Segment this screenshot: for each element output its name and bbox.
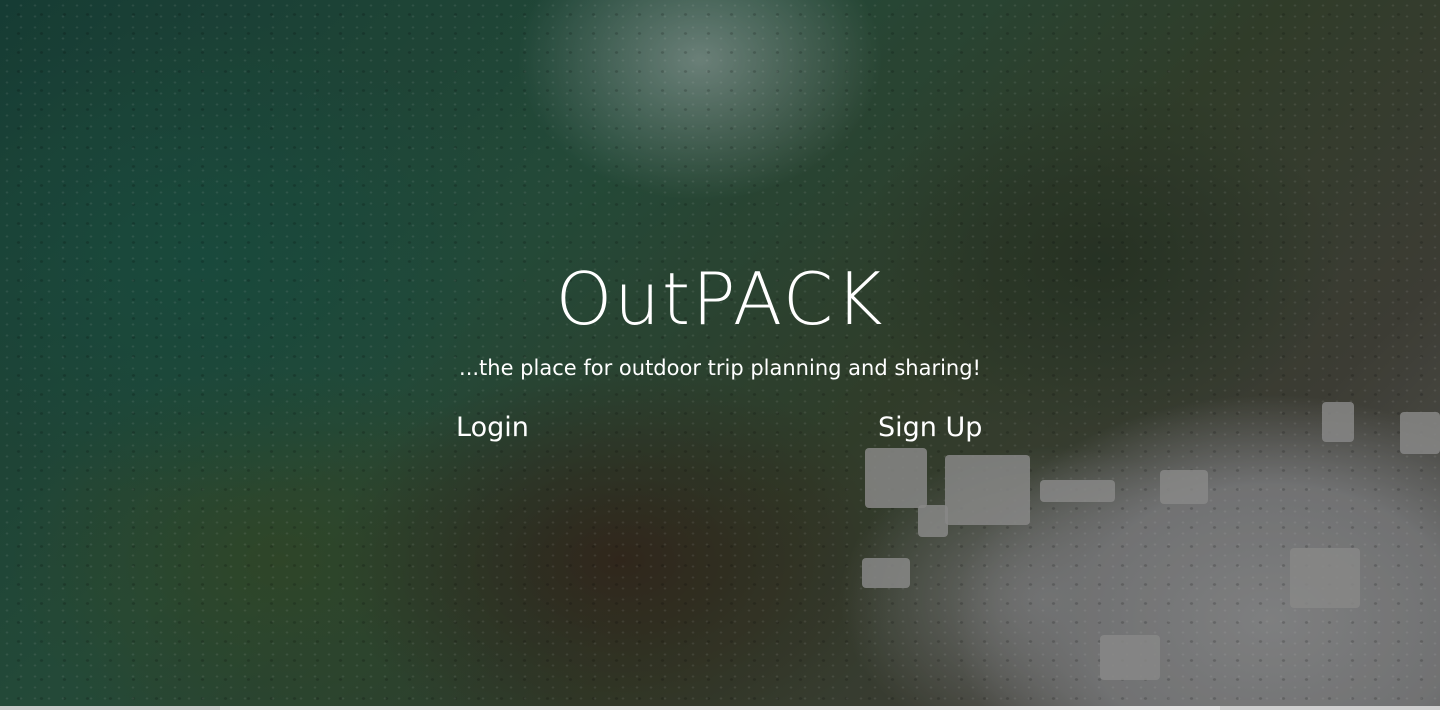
signup-link[interactable]: Sign Up: [878, 410, 982, 446]
scrollbar-thumb[interactable]: [220, 706, 1220, 710]
site-tagline: ...the place for outdoor trip planning a…: [459, 356, 981, 380]
hero-background-image: [0, 0, 1440, 706]
site-title: OutPACK: [555, 257, 885, 341]
login-link[interactable]: Login: [456, 410, 529, 446]
hero-dim-overlay: [0, 0, 1440, 706]
horizontal-scrollbar[interactable]: [0, 706, 1440, 710]
